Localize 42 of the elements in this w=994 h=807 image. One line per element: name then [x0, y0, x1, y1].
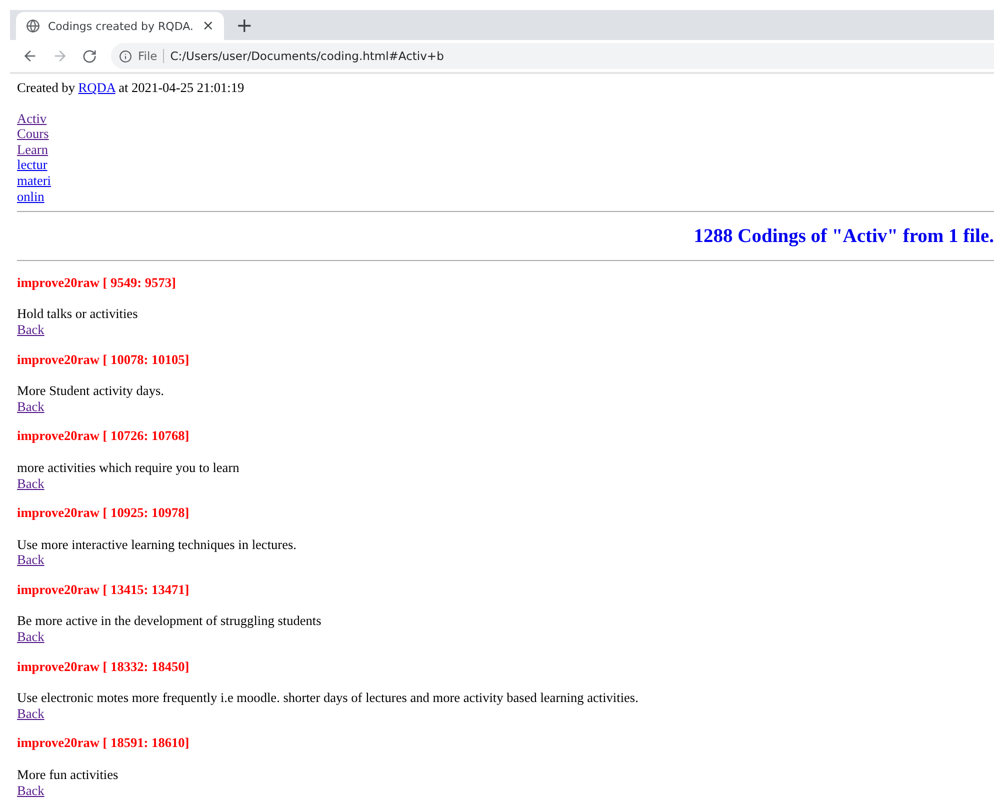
browser-tab[interactable]: Codings created by RQDA. ×	[16, 12, 224, 40]
coding-source: improve20raw [ 10078: 10105]	[17, 352, 190, 368]
code-link[interactable]: materi	[17, 172, 51, 189]
back-link[interactable]: Back	[17, 322, 44, 338]
coding-text: Be more active in the development of struggling students	[17, 613, 322, 630]
coding-text: More Student activity days.	[17, 383, 164, 399]
coding-text: More fun activities	[17, 767, 118, 783]
back-icon[interactable]	[22, 48, 38, 64]
coding-source: improve20raw [ 18332: 18450]	[17, 658, 190, 674]
globe-icon	[26, 19, 40, 33]
back-link[interactable]: Back	[17, 706, 44, 722]
scheme-label: File	[138, 49, 164, 63]
timestamp-text: at 2021-04-25 21:01:19	[118, 80, 244, 95]
close-icon[interactable]: ×	[202, 18, 214, 34]
back-link[interactable]: Back	[17, 629, 44, 645]
back-link[interactable]: Back	[17, 398, 44, 414]
code-link[interactable]: lectur	[17, 157, 48, 173]
coding-text: more activities which require you to learn	[17, 460, 240, 476]
back-link[interactable]: Back	[17, 782, 44, 798]
coding-source: improve20raw [ 10925: 10978]	[17, 505, 190, 521]
code-link[interactable]: Learn	[17, 142, 48, 158]
url-text: C:/Users/user/Documents/coding.html#Activ+b	[170, 49, 444, 63]
address-bar[interactable]: File C:/Users/user/Documents/coding.html#Activ+b	[111, 43, 994, 69]
coding-text: Hold talks or activities	[17, 306, 138, 322]
code-link[interactable]: Activ	[17, 110, 47, 126]
codings-heading: 1288 Codings of "Activ" from 1 file.	[692, 229, 994, 245]
coding-text: Use electronic motes more frequently i.e moodle. shorter days of lectures and more activity based learning activities.	[17, 690, 638, 706]
back-link[interactable]: Back	[17, 552, 44, 568]
coding-source: improve20raw [ 9549: 9573]	[17, 274, 177, 290]
code-link[interactable]: onlin	[17, 188, 44, 204]
created-by-text: Created by	[17, 80, 76, 95]
info-icon[interactable]	[119, 50, 132, 62]
coding-source: improve20raw [ 13415: 13471]	[17, 582, 190, 598]
back-link[interactable]: Back	[17, 476, 44, 492]
reload-icon[interactable]	[82, 48, 97, 64]
coding-source: improve20raw [ 10726: 10768]	[17, 428, 190, 444]
code-link[interactable]: Cours	[17, 126, 49, 142]
coding-source: improve20raw [ 18591: 18610]	[17, 735, 190, 752]
tab-title: Codings created by RQDA.	[48, 20, 194, 32]
rqda-link[interactable]: RQDA	[78, 80, 116, 95]
new-tab-button[interactable]: +	[236, 13, 253, 37]
coding-text: Use more interactive learning techniques in lectures.	[17, 536, 296, 552]
